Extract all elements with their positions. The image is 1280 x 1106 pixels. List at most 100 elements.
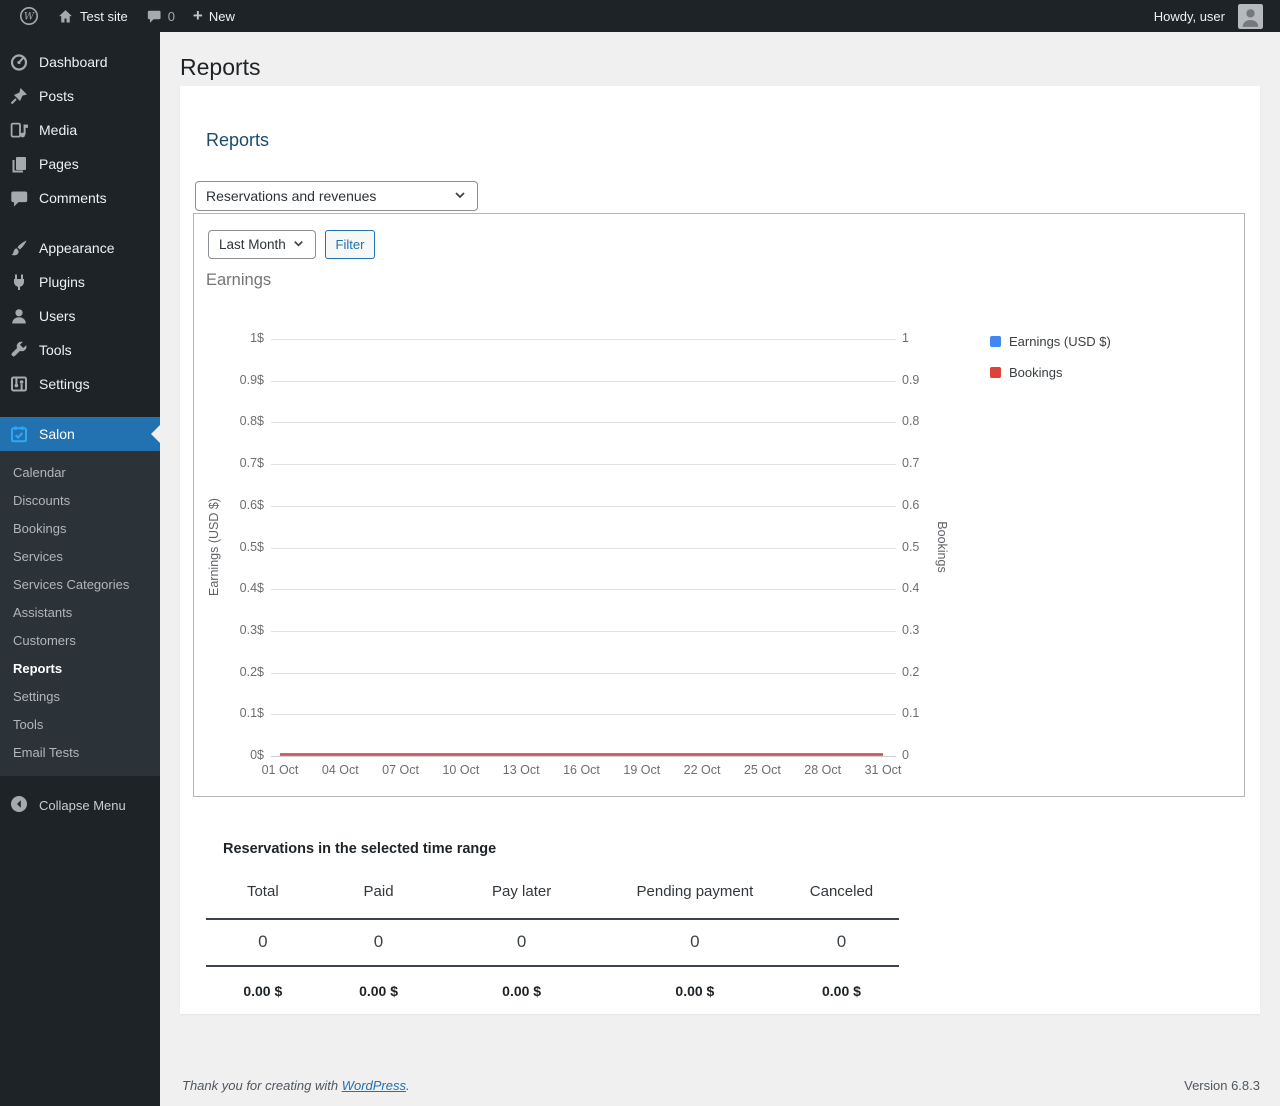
media-icon (9, 120, 29, 140)
right-axis-tick: 0.9 (902, 372, 920, 387)
sidebar-item-plugins[interactable]: Plugins (0, 265, 160, 299)
left-axis-tick: 0.2$ (239, 664, 264, 679)
report-type-value: Reservations and revenues (206, 188, 377, 204)
brush-icon (9, 238, 29, 258)
x-axis-tick: 01 Oct (261, 763, 299, 777)
sidebar-item-media[interactable]: Media (0, 113, 160, 147)
summary-count-value: 0 (437, 919, 606, 967)
footer-version: Version 6.8.3 (1184, 1078, 1260, 1093)
comments-link[interactable]: 0 (137, 0, 184, 32)
legend-swatch (990, 367, 1001, 378)
summary-amounts-row: 0.00 $ 0.00 $ 0.00 $ 0.00 $ 0.00 $ (206, 966, 899, 999)
pin-icon (9, 86, 29, 106)
new-content-link[interactable]: + New (184, 0, 244, 32)
x-axis-tick: 07 Oct (382, 763, 419, 777)
submenu-item-settings[interactable]: Settings (0, 683, 160, 711)
site-name-link[interactable]: Test site (48, 0, 137, 32)
sidebar-item-label: Users (39, 308, 76, 324)
summary-column-header: Pending payment (605, 883, 784, 920)
admin-sidebar: Dashboard Posts Media Pages Comments Appearan… (0, 32, 160, 1106)
submenu-item-calendar[interactable]: Calendar (0, 459, 160, 487)
sidebar-item-users[interactable]: Users (0, 299, 160, 333)
x-axis-tick: 19 Oct (623, 763, 661, 777)
sidebar-item-salon[interactable]: Salon (0, 417, 160, 451)
sidebar-item-label: Pages (39, 156, 79, 172)
earnings-chart: 0$ 0 0.1$ 0.1 0.2$ 0.2 0.3$ 0.3 0.4$ 0.4 0.5$ 0.5 0.… (194, 214, 1244, 796)
current-menu-arrow (151, 425, 160, 443)
submenu-item-assistants[interactable]: Assistants (0, 599, 160, 627)
plus-icon: + (192, 5, 203, 25)
sidebar-item-tools[interactable]: Tools (0, 333, 160, 367)
pages-icon (9, 154, 29, 174)
sidebar-item-label: Media (39, 122, 78, 138)
summary-amount-value: 0.00 $ (243, 983, 283, 999)
sidebar-item-comments[interactable]: Comments (0, 181, 160, 215)
legend-label: Earnings (USD $) (1009, 334, 1111, 349)
sidebar-item-label: Salon (39, 426, 75, 442)
summary-count-value: 0 (605, 919, 784, 967)
left-axis-tick: 0.9$ (239, 372, 264, 387)
summary-amount-value: 0.00 $ (502, 983, 542, 999)
summary-amount-value: 0.00 $ (359, 983, 398, 999)
legend-entry: Earnings (USD $) (990, 334, 1111, 349)
sidebar-item-appearance[interactable]: Appearance (0, 231, 160, 265)
submenu-item-reports[interactable]: Reports (0, 655, 160, 683)
menu-separator (0, 401, 160, 417)
sidebar-item-label: Comments (39, 190, 107, 206)
site-name-label: Test site (80, 8, 128, 24)
left-axis-title: Earnings (USD $) (207, 497, 221, 596)
submenu-item-bookings[interactable]: Bookings (0, 515, 160, 543)
right-axis-tick: 1 (902, 331, 909, 345)
chevron-down-icon (453, 188, 467, 205)
wordpress-link[interactable]: WordPress (342, 1078, 406, 1093)
svg-text:W: W (24, 12, 35, 23)
sidebar-item-label: Dashboard (39, 54, 108, 70)
submenu-item-discounts[interactable]: Discounts (0, 487, 160, 515)
submenu-item-customers[interactable]: Customers (0, 627, 160, 655)
summary-section: Reservations in the selected time range … (193, 841, 1247, 999)
x-axis-tick: 25 Oct (743, 763, 781, 777)
report-type-select[interactable]: Reservations and revenues (195, 181, 478, 211)
summary-amount-value: 0.00 $ (821, 983, 861, 999)
collapse-menu-button[interactable]: Collapse Menu (0, 789, 160, 821)
summary-column-header: Canceled (783, 883, 899, 920)
home-icon (57, 8, 74, 25)
main-content: Reports Reports Reservations and revenue… (160, 32, 1280, 1106)
sidebar-item-dashboard[interactable]: Dashboard (0, 45, 160, 79)
sidebar-item-settings[interactable]: Settings (0, 367, 160, 401)
calendar-check-icon (9, 424, 29, 444)
left-axis-tick: 0.1$ (239, 706, 264, 721)
legend-entry: Bookings (990, 365, 1062, 380)
x-axis-tick: 04 Oct (321, 763, 359, 777)
submenu-item-services-categories[interactable]: Services Categories (0, 571, 160, 599)
submenu-item-tools[interactable]: Tools (0, 711, 160, 739)
chart-gridline (271, 756, 896, 757)
summary-counts-row: 00000 (206, 919, 899, 967)
sidebar-item-label: Appearance (39, 240, 115, 256)
submenu-item-email-tests[interactable]: Email Tests (0, 739, 160, 767)
howdy-label: Howdy, user (1153, 8, 1225, 24)
sidebar-item-posts[interactable]: Posts (0, 79, 160, 113)
footer-thanks-suffix: . (406, 1078, 410, 1093)
summary-amount-value: 0.00 $ (675, 983, 715, 999)
left-axis-tick: 0.8$ (239, 414, 264, 429)
submenu-item-services[interactable]: Services (0, 543, 160, 571)
new-label: New (208, 8, 235, 24)
summary-column-header: Paid (319, 883, 438, 920)
x-axis-tick: 22 Oct (683, 763, 721, 777)
howdy-link[interactable]: Howdy, user (1145, 0, 1272, 32)
footer: Thank you for creating with WordPress. V… (182, 1078, 1260, 1093)
left-axis-tick: 0$ (250, 748, 264, 762)
legend-label: Bookings (1009, 365, 1063, 380)
footer-thanks: Thank you for creating with WordPress. (182, 1078, 410, 1093)
comment-icon (9, 188, 29, 208)
wordpress-logo[interactable]: W (10, 0, 48, 32)
right-axis-tick: 0.2 (902, 664, 920, 679)
avatar (1238, 3, 1263, 29)
sidebar-item-pages[interactable]: Pages (0, 147, 160, 181)
summary-header-row: Total Paid Pay later Pending payment Cancele… (206, 883, 899, 920)
comment-icon (146, 8, 162, 24)
card-heading: Reports (206, 130, 270, 150)
summary-column-header: Pay later (437, 883, 606, 920)
x-axis-tick: 16 Oct (563, 763, 600, 777)
